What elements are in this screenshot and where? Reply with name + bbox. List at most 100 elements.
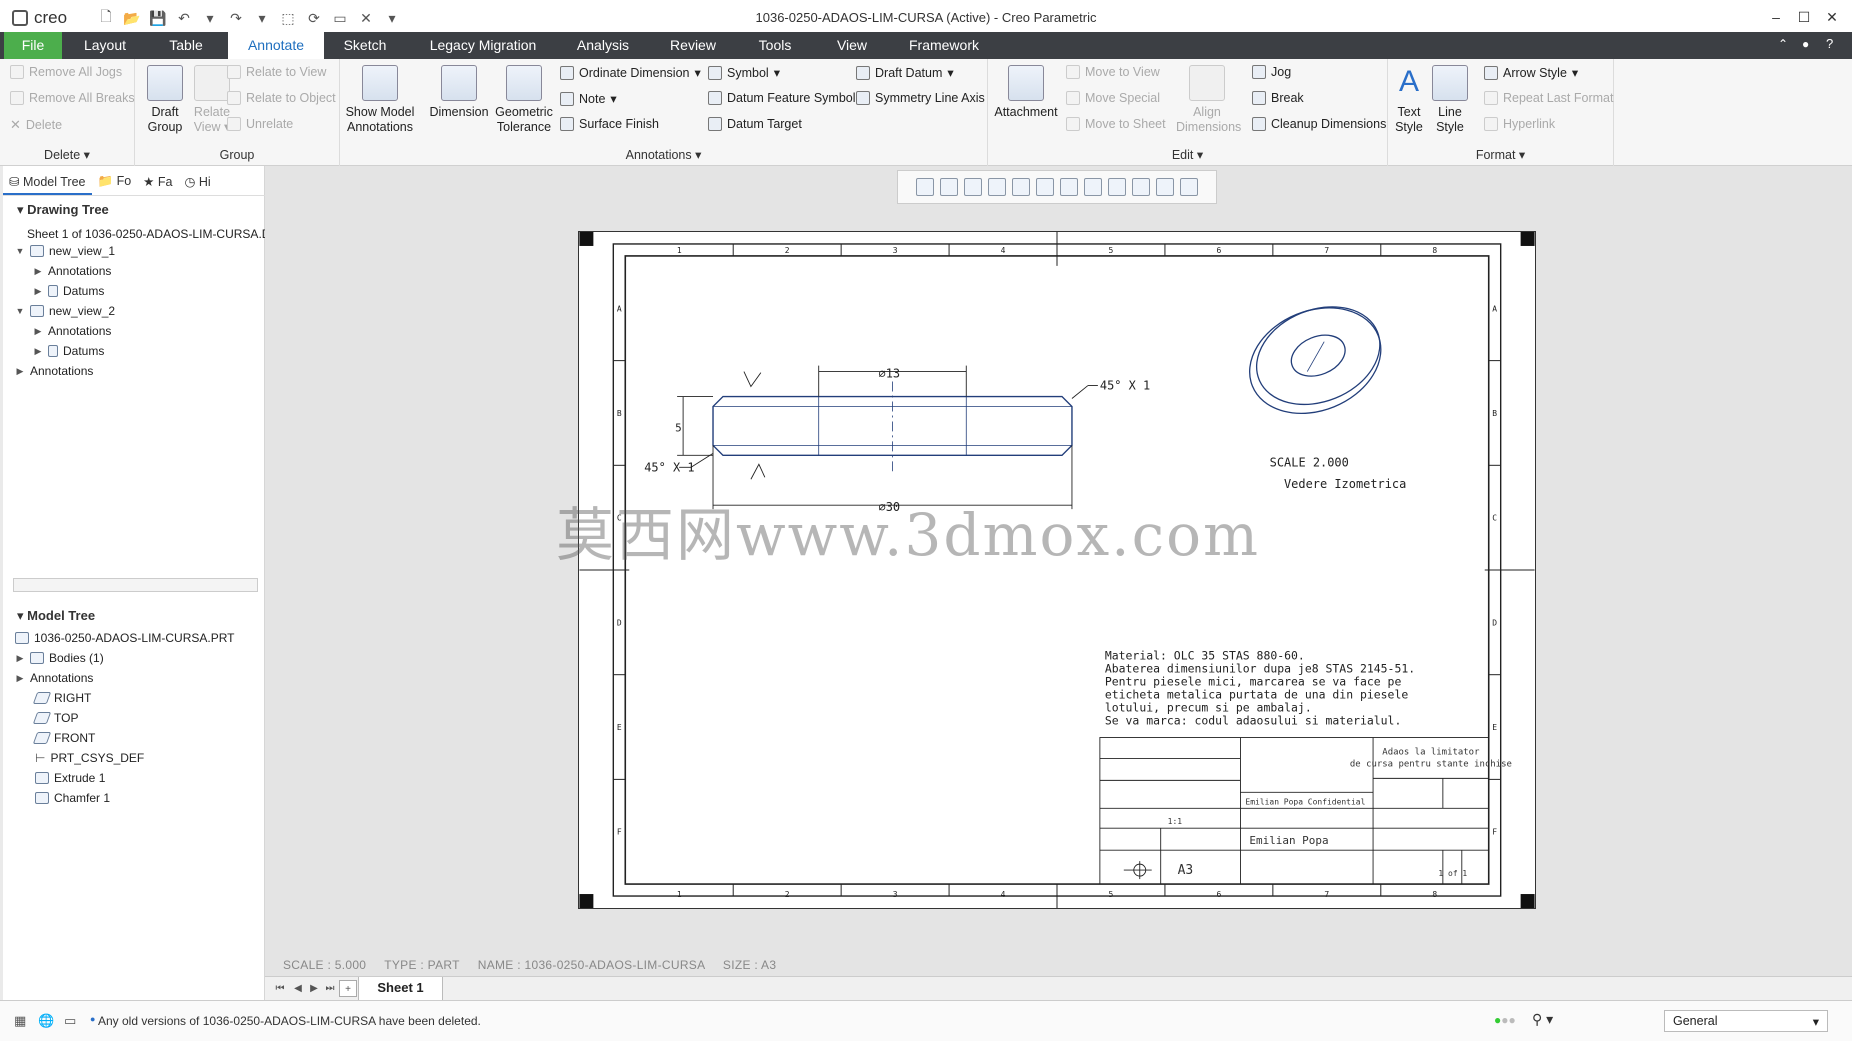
help-icon[interactable]: ?: [1826, 36, 1833, 51]
tab-analysis[interactable]: Analysis: [560, 32, 646, 59]
undo-dropdown-icon[interactable]: ▾: [199, 8, 221, 28]
datum-target-button[interactable]: Datum Target: [708, 117, 802, 131]
text-style-button[interactable]: A Text Style: [1390, 65, 1428, 135]
tab-legacy-migration[interactable]: Legacy Migration: [420, 32, 546, 59]
tab-folder-browser[interactable]: 📁 Fo: [92, 166, 138, 195]
arrow-style-button[interactable]: Arrow Style ▾: [1484, 65, 1578, 80]
relate-to-view-button[interactable]: Relate to View: [227, 65, 326, 79]
tab-review[interactable]: Review: [660, 32, 726, 59]
move-to-view-button[interactable]: Move to View: [1066, 65, 1160, 79]
tree-item[interactable]: ▶ Annotations: [33, 324, 112, 338]
isometric-view[interactable]: [1234, 289, 1397, 432]
symbol-button[interactable]: Symbol ▾: [708, 65, 780, 80]
ordinate-dimension-button[interactable]: Ordinate Dimension ▾: [560, 65, 701, 80]
delete-button[interactable]: ✕ Delete: [10, 117, 62, 133]
tab-model-tree[interactable]: ⛁ Model Tree: [3, 166, 92, 195]
tab-view[interactable]: View: [820, 32, 884, 59]
model-tree-header[interactable]: ▾ Model Tree: [3, 602, 265, 628]
tree-item[interactable]: FRONT: [32, 731, 95, 745]
show-model-annotations-button[interactable]: Show Model Annotations: [344, 65, 416, 135]
general-notes[interactable]: Material: OLC 35 STAS 880-60. Abaterea d…: [1105, 649, 1415, 728]
tab-annotate[interactable]: Annotate: [228, 32, 324, 59]
display-style-icon[interactable]: [1012, 178, 1030, 196]
dimension-button[interactable]: Dimension: [428, 65, 490, 120]
drawing-sheet[interactable]: 1 1 2 2 3 3 4 4 5 5 6 6 7 7 8 8 A A B B C C D D E E F F ⌀13 ⌀30 5 4…: [578, 231, 1536, 909]
minimize-button[interactable]: –: [1762, 6, 1790, 28]
add-sheet-icon[interactable]: +: [339, 980, 357, 997]
user-icon[interactable]: ●: [1802, 37, 1809, 51]
tree-item[interactable]: RIGHT: [32, 691, 91, 705]
tree-item[interactable]: ▶ Annotations: [15, 671, 94, 685]
tree-item[interactable]: ▶ Bodies (1): [15, 651, 104, 665]
tab-sketch[interactable]: Sketch: [330, 32, 400, 59]
browser-toggle-icon[interactable]: 🌐: [38, 1013, 54, 1029]
edit-group-label[interactable]: Edit ▾: [988, 147, 1387, 162]
drawing-tree-header[interactable]: ▾ Drawing Tree: [3, 196, 265, 222]
tab-tools[interactable]: Tools: [740, 32, 810, 59]
tree-toggle-icon[interactable]: ▦: [14, 1013, 26, 1029]
tree-item[interactable]: ▶ Datums: [33, 284, 105, 298]
drawing-tree-scrollbar[interactable]: [13, 578, 258, 592]
unrelate-button[interactable]: Unrelate: [227, 117, 293, 131]
annotation-display-icon[interactable]: [1108, 178, 1126, 196]
collapse-ribbon-icon[interactable]: ⌃: [1778, 37, 1788, 51]
maximize-button[interactable]: ☐: [1790, 6, 1818, 28]
expand-icon[interactable]: ▼: [15, 306, 25, 316]
break-button[interactable]: Break: [1252, 91, 1304, 105]
tab-file[interactable]: File: [4, 32, 62, 59]
fullscreen-icon[interactable]: ▭: [64, 1013, 76, 1029]
select-box-icon[interactable]: ⬚: [277, 8, 299, 28]
attachment-button[interactable]: Attachment: [992, 65, 1060, 120]
tree-item[interactable]: ⊢ PRT_CSYS_DEF: [35, 751, 144, 765]
repaint-icon[interactable]: [988, 178, 1006, 196]
move-special-button[interactable]: Move Special: [1066, 91, 1160, 105]
close-window-icon[interactable]: ✕: [355, 8, 377, 28]
line-style-button[interactable]: Line Style: [1430, 65, 1470, 135]
relate-to-object-button[interactable]: Relate to Object: [227, 91, 336, 105]
annotations-group-label[interactable]: Annotations ▾: [340, 147, 987, 162]
zoom-out-icon[interactable]: [964, 178, 982, 196]
tree-item[interactable]: Sheet 1 of 1036-0250-ADAOS-LIM-CURSA.D: [27, 227, 270, 241]
find-icon[interactable]: ⚲ ▾: [1532, 1011, 1553, 1028]
expand-icon[interactable]: ▼: [15, 246, 25, 256]
expand-icon[interactable]: ▶: [33, 266, 43, 277]
saved-orientations-icon[interactable]: [1036, 178, 1054, 196]
symmetry-line-axis-button[interactable]: Symmetry Line Axis: [856, 91, 985, 105]
remove-all-jogs-button[interactable]: Remove All Jogs: [10, 65, 122, 79]
redo-icon[interactable]: ↷: [225, 8, 247, 28]
tree-item[interactable]: ▼ new_view_1: [15, 244, 116, 258]
tree-item[interactable]: TOP: [32, 711, 78, 725]
repeat-last-format-button[interactable]: Repeat Last Format: [1484, 91, 1613, 105]
spin-center-icon[interactable]: [1132, 178, 1150, 196]
surface-finish-button[interactable]: Surface Finish: [560, 117, 659, 131]
tree-item[interactable]: 1036-0250-ADAOS-LIM-CURSA.PRT: [15, 631, 235, 645]
windows-icon[interactable]: ▭: [329, 8, 351, 28]
delete-group-label[interactable]: Delete ▾: [0, 147, 134, 162]
tree-item[interactable]: Extrude 1: [35, 771, 105, 785]
hyperlink-button[interactable]: Hyperlink: [1484, 117, 1555, 131]
customize-qat-icon[interactable]: ▾: [381, 8, 403, 28]
chamfer-note-left[interactable]: 45° X 1: [644, 460, 694, 474]
regenerate-icon[interactable]: ⟳: [303, 8, 325, 28]
draft-datum-button[interactable]: Draft Datum ▾: [856, 65, 954, 80]
close-button[interactable]: ✕: [1818, 6, 1846, 28]
first-sheet-icon[interactable]: ⏮: [271, 980, 289, 997]
expand-icon[interactable]: ▶: [33, 326, 43, 337]
refit-icon[interactable]: [916, 178, 934, 196]
tab-framework[interactable]: Framework: [900, 32, 988, 59]
sheet-tab[interactable]: Sheet 1: [358, 977, 443, 1001]
jog-button[interactable]: Jog: [1252, 65, 1291, 79]
format-group-label[interactable]: Format ▾: [1388, 147, 1613, 162]
tree-item[interactable]: ▶ Annotations: [33, 264, 112, 278]
expand-icon[interactable]: ▶: [33, 346, 43, 357]
chamfer-note-top[interactable]: 45° X 1: [1100, 379, 1150, 393]
dimension-h5[interactable]: 5: [675, 421, 682, 434]
dimension-d30[interactable]: ⌀30: [879, 500, 901, 514]
remove-all-breaks-button[interactable]: Remove All Breaks: [10, 91, 135, 105]
csys-display-icon[interactable]: [1156, 178, 1174, 196]
tree-item[interactable]: ▶ Datums: [33, 344, 105, 358]
open-file-icon[interactable]: 📂: [121, 8, 143, 28]
tree-item[interactable]: ▼ new_view_2: [15, 304, 116, 318]
datum-feature-symbol-button[interactable]: Datum Feature Symbol: [708, 91, 856, 105]
tree-item[interactable]: Chamfer 1: [35, 791, 110, 805]
